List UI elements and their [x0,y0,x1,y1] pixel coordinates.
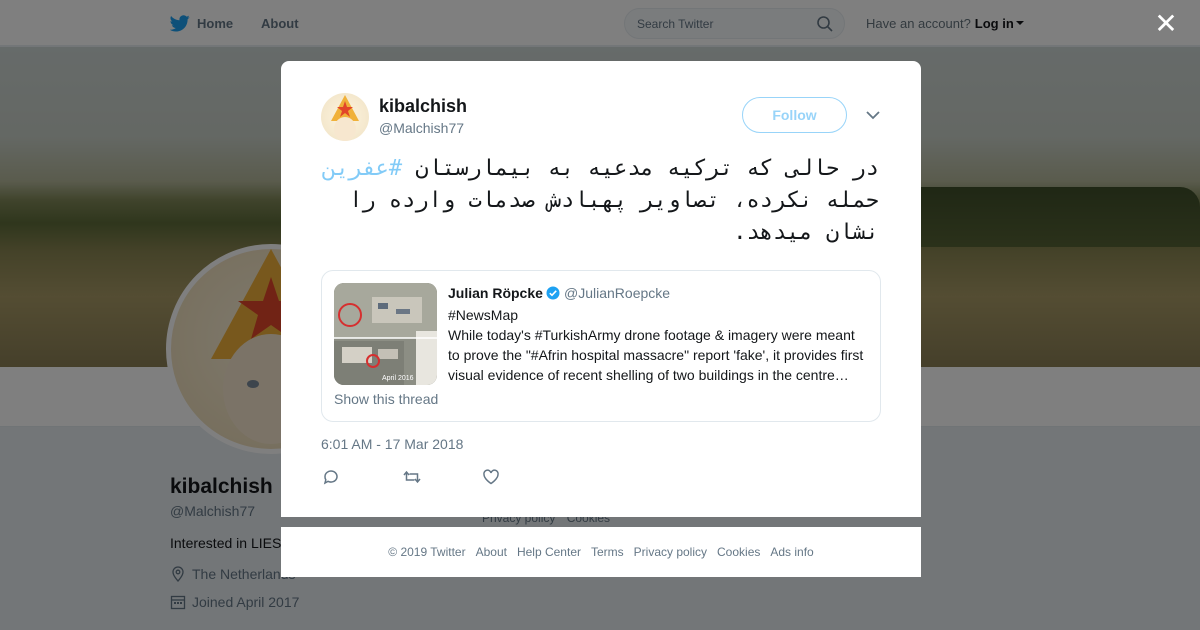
retweet-button[interactable] [401,466,481,488]
modal-footer: © 2019 Twitter About Help Center Terms P… [281,527,921,577]
chevron-down-icon[interactable] [866,110,880,120]
show-thread-link[interactable]: Show this thread [334,391,438,407]
tweet-text-end: حمله نکرده، تصاویر پهبادش صدمات وارده را… [349,188,879,245]
quoted-name-text: Julian Röpcke [448,285,543,301]
author-avatar[interactable] [321,93,369,141]
author-name[interactable]: kibalchish [379,96,467,117]
tweet-actions [321,466,561,488]
quoted-text-line: to prove the "#Afrin hospital massacre" … [448,347,864,363]
reply-button[interactable] [321,466,401,488]
quoted-author-name[interactable]: Julian Röpcke [448,285,560,301]
follow-button[interactable]: Follow [742,97,847,133]
footer-cookies-link[interactable]: Cookies [717,545,760,559]
footer-terms-link[interactable]: Terms [591,545,624,559]
footer-privacy-link[interactable]: Privacy policy [634,545,707,559]
hashtag-link[interactable]: #عفرین [323,156,402,181]
verified-badge-icon [546,286,560,300]
footer-ads-link[interactable]: Ads info [770,545,813,559]
quoted-tweet-thumbnail[interactable]: April 2016 [334,283,437,385]
footer-about-link[interactable]: About [476,545,507,559]
footer-help-link[interactable]: Help Center [517,545,581,559]
close-icon[interactable]: ✕ [1154,10,1178,38]
quoted-tweet[interactable]: April 2016 Julian Röpcke @JulianRoepcke … [321,270,881,422]
quoted-text-line: While today's #TurkishArmy drone footage… [448,327,855,343]
quoted-author-handle[interactable]: @JulianRoepcke [564,285,670,301]
tweet-text: در حالی که ترکیه مدعیه به بیمارستان #عفر… [321,153,879,249]
copyright-text: © 2019 Twitter [388,545,466,559]
heart-icon [483,469,499,485]
retweet-icon [403,470,421,484]
tweet-timestamp[interactable]: 6:01 AM - 17 Mar 2018 [321,436,463,452]
like-button[interactable] [481,466,561,488]
quoted-text-line: #NewsMap [448,307,519,323]
author-handle[interactable]: @Malchish77 [379,120,464,136]
thumbnail-caption: April 2016 [382,375,414,382]
quoted-text-line: visual evidence of recent shelling of tw… [448,367,849,383]
quoted-tweet-text: #NewsMap While today's #TurkishArmy dron… [448,305,868,385]
tweet-modal: kibalchish @Malchish77 Follow در حالی که… [281,61,921,517]
reply-icon [323,470,338,485]
avatar-illustration [331,95,359,141]
satellite-map-image: April 2016 [334,283,437,385]
tweet-text-start: در حالی که ترکیه مدعیه به بیمارستان [402,156,879,181]
